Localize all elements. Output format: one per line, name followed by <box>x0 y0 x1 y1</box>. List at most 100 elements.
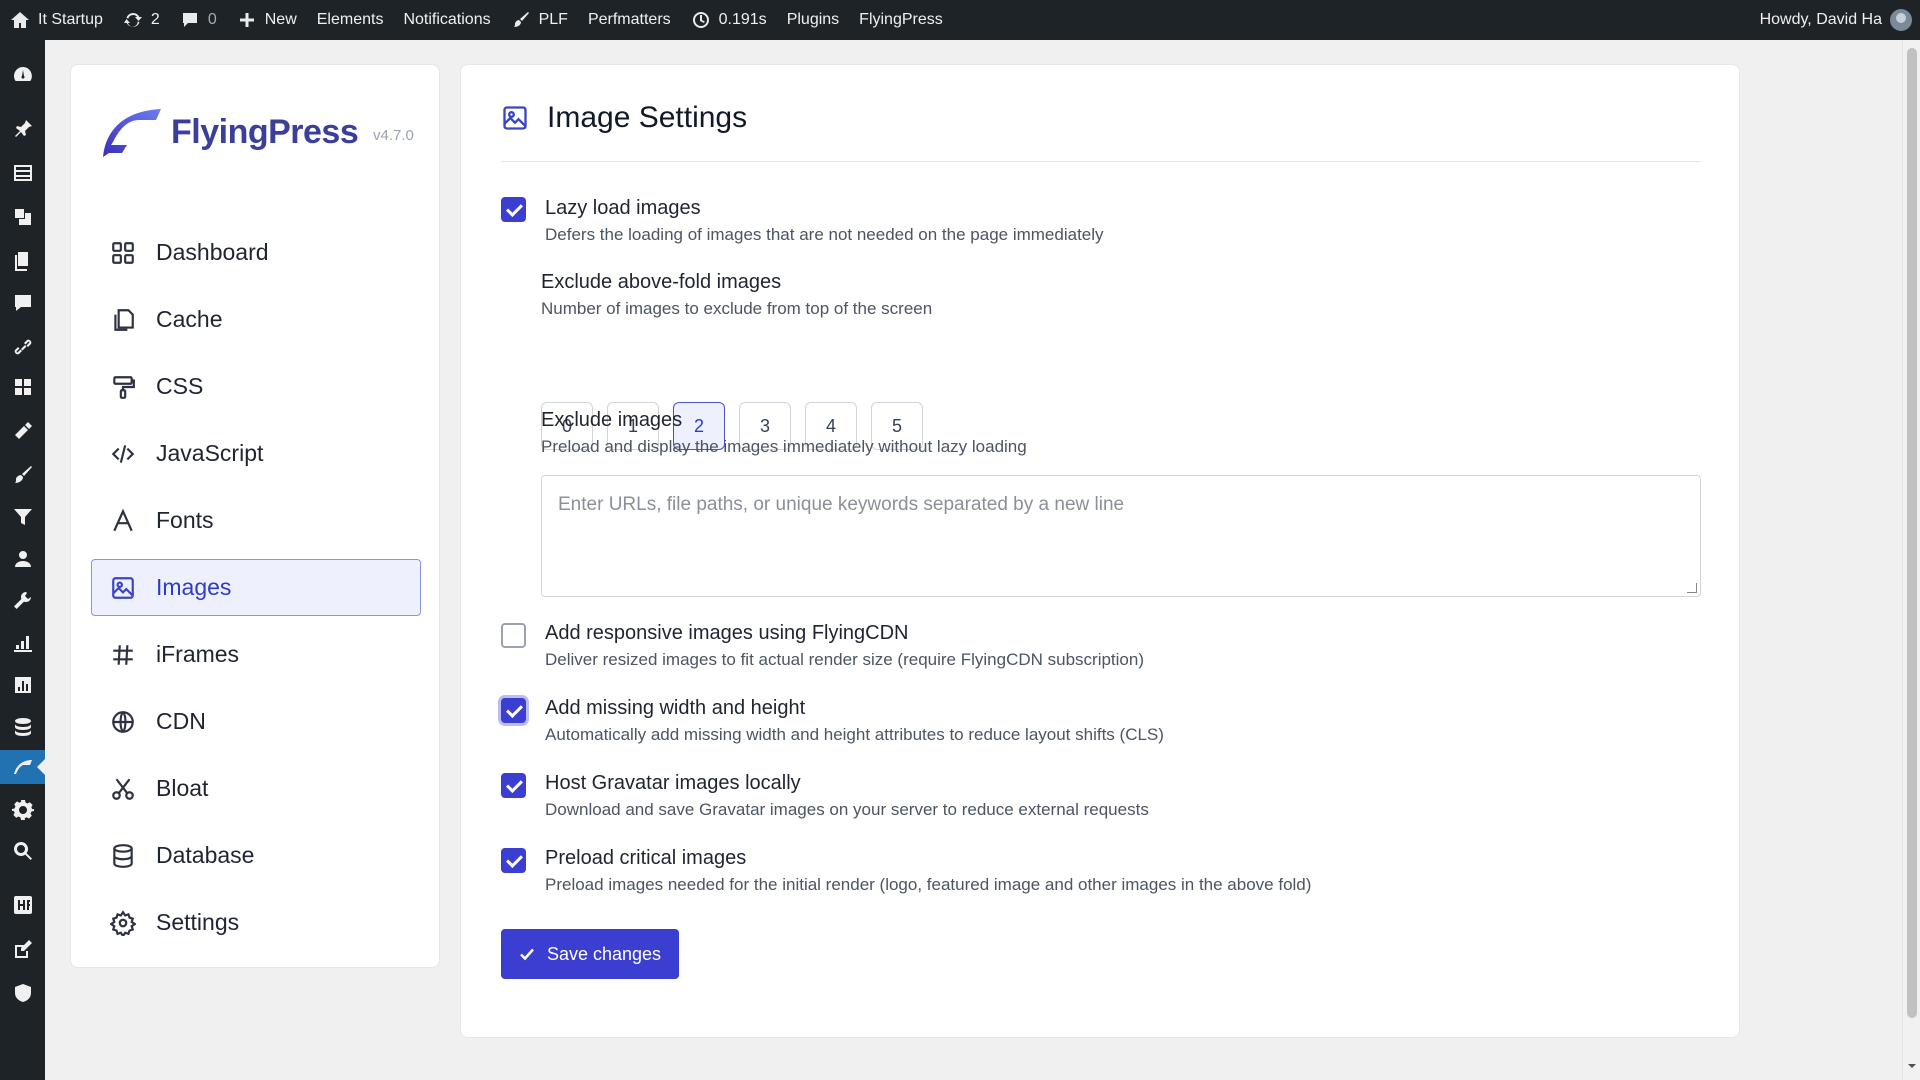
scroll-down-arrow[interactable] <box>1908 1064 1916 1072</box>
pin-icon <box>14 120 32 137</box>
sidebar-item-iframes[interactable]: iFrames <box>91 626 421 683</box>
menu-tools[interactable] <box>0 584 45 618</box>
width-height-checkbox[interactable] <box>501 698 526 723</box>
comments-link[interactable]: 0 <box>170 0 227 40</box>
save-changes-label: Save changes <box>546 943 662 964</box>
updates-count: 2 <box>150 11 160 28</box>
responsive-images-checkbox[interactable] <box>501 623 526 648</box>
menu-chart[interactable] <box>0 626 45 660</box>
sidebar-item-images[interactable]: Images <box>91 559 421 616</box>
my-account[interactable]: Howdy, David Ha <box>1760 0 1912 40</box>
menu-security[interactable] <box>0 976 45 1010</box>
flyingpress-link[interactable]: FlyingPress <box>849 0 953 40</box>
exclude-images-textarea[interactable]: Enter URLs, file paths, or unique keywor… <box>541 475 1701 597</box>
check-icon <box>520 948 534 961</box>
sidebar-nav: Dashboard Cache CSS JavaScript Fonts Ima… <box>91 224 421 961</box>
perfmatters-label: Perfmatters <box>587 11 671 28</box>
sidebar-item-javascript[interactable]: JavaScript <box>91 425 421 482</box>
comment-icon <box>14 295 31 311</box>
menu-hf[interactable] <box>0 888 45 922</box>
brush-icon <box>513 12 529 27</box>
scrollbar-thumb[interactable] <box>1907 48 1917 1018</box>
user-icon <box>14 551 31 567</box>
menu-search[interactable] <box>0 834 45 868</box>
avatar <box>1890 9 1912 31</box>
menu-flyingpress[interactable] <box>0 750 45 784</box>
lazy-load-checkbox[interactable] <box>501 197 526 222</box>
howdy-label: Howdy, David Ha <box>1759 11 1882 28</box>
timing-label: 0.191s <box>718 11 767 28</box>
menu-settings[interactable] <box>0 792 45 826</box>
sidebar-item-label: Dashboard <box>156 239 269 265</box>
updates-link[interactable]: 2 <box>113 0 170 40</box>
sidebar-item-label: Bloat <box>156 775 209 801</box>
sidebar-item-label: CDN <box>156 708 206 734</box>
plugins-link[interactable]: Plugins <box>777 0 849 40</box>
version-label: v4.7.0 <box>373 127 414 144</box>
width-height-title: Add missing width and height <box>545 697 806 719</box>
comments-count: 0 <box>207 11 217 28</box>
sidebar-item-cache[interactable]: Cache <box>91 291 421 348</box>
divider <box>501 161 1701 162</box>
globe-icon <box>112 710 134 733</box>
flyingpress-logo[interactable]: FlyingPress <box>99 105 359 159</box>
lazy-load-title: Lazy load images <box>545 197 701 219</box>
site-name-link[interactable]: It Startup <box>0 0 113 40</box>
menu-posts[interactable] <box>0 112 45 146</box>
copy-icon <box>114 308 134 331</box>
sidebar-item-label: CSS <box>156 373 204 399</box>
exclude-images-title: Exclude images <box>541 409 683 431</box>
menu-plugins[interactable] <box>0 458 45 492</box>
sidebar-item-bloat[interactable]: Bloat <box>91 760 421 817</box>
menu-links[interactable] <box>0 330 45 364</box>
sidebar-item-label: Cache <box>156 306 223 332</box>
page-title: Image Settings <box>547 101 748 134</box>
menu-users[interactable] <box>0 542 45 576</box>
plf-link[interactable]: PLF <box>501 0 578 40</box>
grid-icon <box>14 379 31 395</box>
menu-filter[interactable] <box>0 500 45 534</box>
sidebar-item-fonts[interactable]: Fonts <box>91 492 421 549</box>
notifications-link[interactable]: Notifications <box>393 0 500 40</box>
sidebar-item-label: Database <box>156 842 255 868</box>
sidebar-item-css[interactable]: CSS <box>91 358 421 415</box>
query-timer[interactable]: 0.191s <box>681 0 777 40</box>
grid-icon <box>112 241 134 264</box>
sidebar-item-cdn[interactable]: CDN <box>91 693 421 750</box>
sidebar-item-settings[interactable]: Settings <box>91 894 421 951</box>
wrench-icon <box>13 592 31 609</box>
gear-icon <box>110 909 136 936</box>
gravatar-description: Download and save Gravatar images on you… <box>545 800 1149 819</box>
brush-icon <box>14 466 32 483</box>
menu-comments[interactable] <box>0 286 45 320</box>
save-changes-button[interactable]: Save changes <box>501 929 679 979</box>
preload-critical-title: Preload critical images <box>545 847 747 869</box>
menu-dashboard[interactable] <box>0 58 45 92</box>
image-icon <box>503 106 527 130</box>
comment-icon <box>182 13 197 27</box>
menu-edit[interactable] <box>0 932 45 966</box>
sidebar-item-label: Images <box>156 574 232 600</box>
search-icon <box>13 842 32 860</box>
menu-blocks[interactable] <box>0 370 45 404</box>
funnel-icon <box>13 509 32 525</box>
menu-list[interactable] <box>0 156 45 190</box>
menu-media[interactable] <box>0 200 45 234</box>
menu-pages[interactable] <box>0 244 45 278</box>
new-content-link[interactable]: New <box>227 0 307 40</box>
flyingpress-label: FlyingPress <box>859 11 943 28</box>
home-icon <box>11 12 29 28</box>
menu-appearance[interactable] <box>0 414 45 448</box>
sidebar-item-database[interactable]: Database <box>91 827 421 884</box>
page-scrollbar[interactable] <box>1902 40 1920 1080</box>
menu-database[interactable] <box>0 710 45 744</box>
sidebar-item-label: iFrames <box>156 641 240 667</box>
sidebar-item-label: Settings <box>156 909 240 935</box>
elements-link[interactable]: Elements <box>307 0 394 40</box>
preload-critical-checkbox[interactable] <box>501 848 526 873</box>
perfmatters-link[interactable]: Perfmatters <box>578 0 681 40</box>
clock-icon <box>692 12 709 28</box>
gravatar-checkbox[interactable] <box>501 773 526 798</box>
sidebar-item-dashboard[interactable]: Dashboard <box>91 224 421 281</box>
menu-stats[interactable] <box>0 668 45 702</box>
